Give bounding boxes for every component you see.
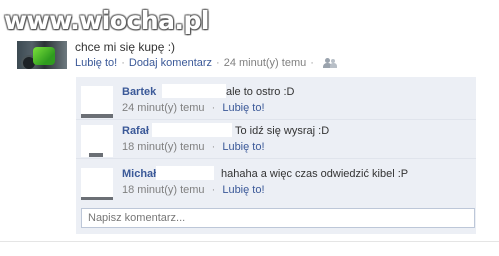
site-watermark: www.wiocha.pl — [4, 6, 209, 35]
divider — [0, 241, 499, 242]
comment-text: ale to ostro :D — [226, 86, 295, 98]
commenter-avatar[interactable] — [81, 125, 113, 157]
comment-timestamp[interactable]: 24 minut(y) temu — [122, 102, 205, 114]
comment-like-link[interactable]: Lubię to! — [222, 102, 264, 114]
comment-meta: 18 minut(y) temu · Lubię to! — [122, 141, 265, 153]
comments-section: Bartek ale to ostro :D 24 minut(y) temu … — [76, 77, 476, 234]
comment-timestamp[interactable]: 18 minut(y) temu — [122, 141, 205, 153]
comment-like-link[interactable]: Lubię to! — [222, 184, 264, 196]
comment-item: Michał hahaha a więc czas odwiedzić kibe… — [76, 163, 476, 201]
add-comment-link[interactable]: Dodaj komentarz — [129, 57, 212, 69]
redacted-surname — [156, 166, 214, 180]
poster-avatar[interactable] — [17, 41, 67, 69]
comment-timestamp[interactable]: 18 minut(y) temu — [122, 184, 205, 196]
post-actions: Lubię to! · Dodaj komentarz · 24 minut(y… — [75, 57, 337, 69]
comment-meta: 24 minut(y) temu · Lubię to! — [122, 102, 265, 114]
redacted-surname — [152, 123, 232, 137]
comment-author[interactable]: Rafał — [122, 125, 149, 137]
separator: · — [121, 57, 125, 69]
comment-author[interactable]: Michał — [122, 168, 156, 180]
motorbike-graphic — [33, 47, 55, 65]
post-timestamp[interactable]: 24 minut(y) temu — [224, 57, 307, 69]
separator: · — [216, 57, 220, 69]
comment-text: To idź się wysraj :D — [235, 125, 330, 137]
write-comment-input[interactable]: Napisz komentarz... — [81, 208, 475, 228]
separator: · — [310, 57, 314, 69]
comment-item: Bartek ale to ostro :D 24 minut(y) temu … — [76, 81, 476, 120]
separator: · — [211, 184, 216, 196]
separator: · — [211, 102, 216, 114]
comment-like-link[interactable]: Lubię to! — [222, 141, 264, 153]
post-like-link[interactable]: Lubię to! — [75, 57, 117, 69]
commenter-avatar[interactable] — [81, 86, 113, 118]
people-icon[interactable] — [322, 58, 337, 68]
redacted-surname — [162, 84, 226, 98]
comment-text: hahaha a więc czas odwiedzić kibel :P — [221, 168, 409, 180]
comment-author[interactable]: Bartek — [122, 86, 156, 98]
comment-meta: 18 minut(y) temu · Lubię to! — [122, 184, 265, 196]
separator: · — [211, 141, 216, 153]
comment-item: Rafał To idź się wysraj :D 18 minut(y) t… — [76, 120, 476, 159]
commenter-avatar[interactable] — [81, 168, 113, 200]
post-text: chce mi się kupę :) — [75, 40, 176, 54]
